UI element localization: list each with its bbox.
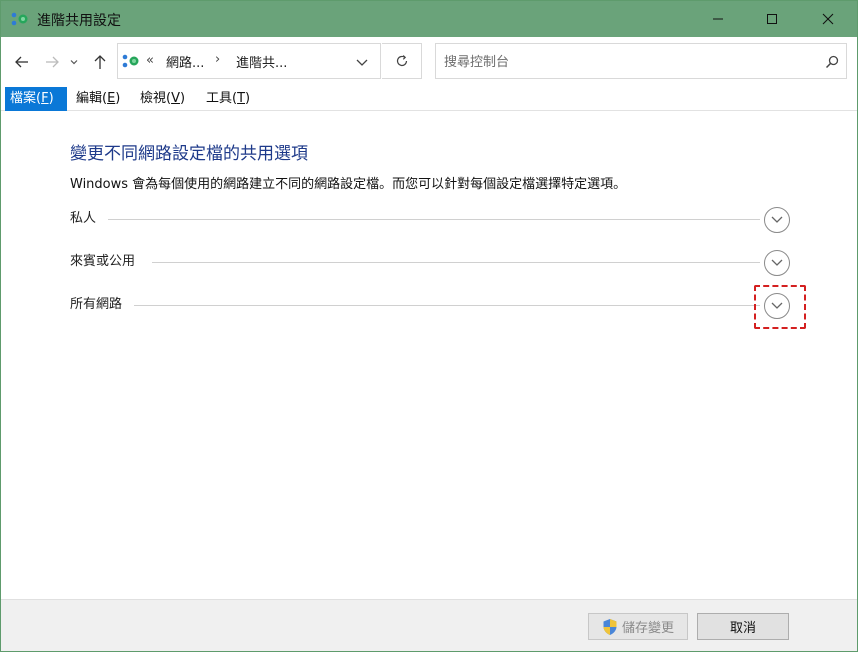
main-content: 變更不同網路設定檔的共用選項 Windows 會為每個使用的網路建立不同的網路設… [1, 112, 857, 599]
minimize-icon [713, 18, 723, 20]
forward-button[interactable] [41, 51, 63, 73]
expand-private-button[interactable] [764, 207, 790, 233]
cancel-label: 取消 [729, 621, 756, 636]
breadcrumb-advanced-sharing[interactable]: 進階共... [236, 52, 287, 71]
section-label: 所有網路 [70, 296, 127, 314]
save-changes-button[interactable]: 儲存變更 [588, 613, 688, 640]
menu-bar: 檔案(F) 編輯(E) 檢視(V) 工具(T) [1, 87, 857, 111]
recent-locations-button[interactable] [65, 51, 83, 73]
expand-guest-public-button[interactable] [764, 250, 790, 276]
section-label: 來賓或公用 [70, 253, 140, 271]
back-button[interactable] [11, 51, 33, 73]
menu-edit[interactable]: 編輯(E) [71, 87, 125, 111]
close-icon [822, 13, 834, 25]
footer-bar: 儲存變更 取消 [1, 599, 857, 651]
title-bar: 進階共用設定 [1, 1, 857, 37]
highlight-annotation [754, 285, 806, 329]
arrow-right-icon [46, 56, 59, 68]
address-bar[interactable]: « 網路... › 進階共... [117, 43, 381, 79]
section-divider [108, 219, 760, 220]
maximize-button[interactable] [749, 1, 795, 37]
up-button[interactable] [89, 51, 111, 73]
chevron-down-icon[interactable] [354, 54, 370, 70]
refresh-icon [396, 55, 407, 67]
chevron-down-icon [771, 216, 783, 223]
search-icon[interactable] [824, 54, 840, 70]
menu-file[interactable]: 檔案(F) [5, 87, 67, 111]
section-divider [152, 262, 760, 263]
arrow-left-icon [15, 56, 28, 68]
shield-icon [603, 618, 617, 635]
cancel-button[interactable]: 取消 [697, 613, 789, 640]
minimize-button[interactable] [695, 1, 741, 37]
network-app-icon [11, 12, 28, 26]
search-box[interactable] [435, 43, 847, 79]
section-guest-public[interactable]: 來賓或公用 [70, 250, 790, 283]
close-button[interactable] [805, 1, 851, 37]
breadcrumb-separator[interactable]: › [215, 52, 220, 67]
window-title: 進階共用設定 [37, 13, 121, 29]
maximize-icon [767, 14, 777, 24]
arrow-up-icon [94, 55, 106, 69]
window: 進階共用設定 « 網路... › 進階共... 搜尋控制台 檔案(F) 編輯(E… [0, 0, 858, 652]
section-label: 私人 [70, 210, 101, 228]
search-input[interactable] [444, 52, 814, 72]
section-private[interactable]: 私人 [70, 207, 790, 240]
refresh-button[interactable] [382, 43, 422, 79]
breadcrumb-network[interactable]: 網路... [166, 52, 204, 71]
section-divider [134, 305, 760, 306]
page-description: Windows 會為每個使用的網路建立不同的網路設定檔。而您可以針對每個設定檔選… [70, 177, 627, 192]
section-all-networks[interactable]: 所有網路 [70, 293, 790, 326]
save-changes-label: 儲存變更 [621, 621, 674, 636]
menu-tools[interactable]: 工具(T) [201, 87, 255, 111]
chevron-down-icon [771, 259, 783, 266]
network-icon [122, 54, 139, 68]
page-title: 變更不同網路設定檔的共用選項 [70, 144, 308, 164]
breadcrumb-overflow[interactable]: « [146, 53, 154, 68]
navigation-bar: « 網路... › 進階共... [1, 37, 857, 87]
chevron-down-icon [70, 60, 78, 65]
menu-view[interactable]: 檢視(V) [135, 87, 190, 111]
